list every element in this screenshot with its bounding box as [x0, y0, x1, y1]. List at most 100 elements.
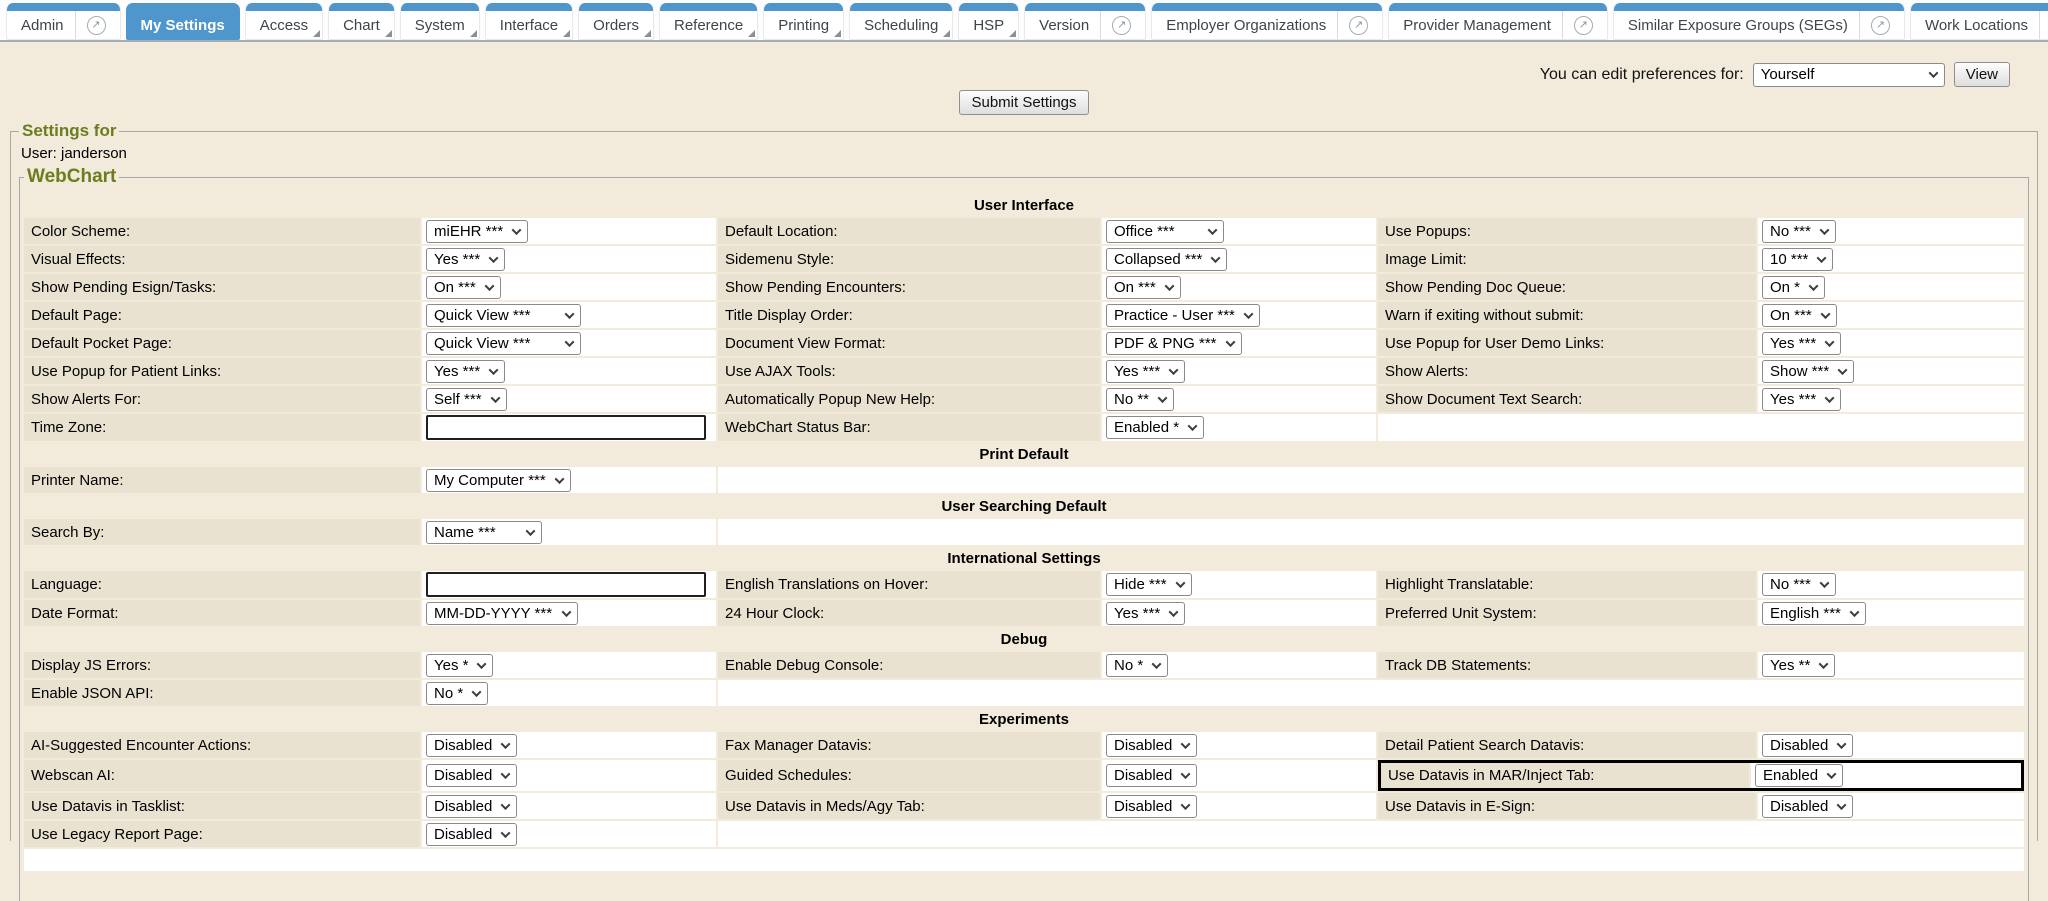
default-pocket-page-select[interactable]: Quick View ***: [426, 332, 581, 355]
fax-manager-datavis-value-cell: Disabled: [1102, 732, 1376, 758]
use-datavis-in-tasklist-select[interactable]: Disabled: [426, 795, 517, 818]
fax-manager-datavis-select[interactable]: Disabled: [1106, 734, 1197, 757]
tab-access[interactable]: Access: [245, 3, 323, 40]
use-datavis-in-e-sign-label: Use Datavis in E-Sign:: [1378, 793, 1756, 819]
tab-body: Access: [246, 11, 322, 39]
show-document-text-search-select[interactable]: Yes ***: [1762, 388, 1841, 411]
tab-scheduling[interactable]: Scheduling: [849, 3, 953, 40]
tab-printing[interactable]: Printing: [763, 3, 844, 40]
show-pending-doc-queue-label: Show Pending Doc Queue:: [1378, 274, 1756, 300]
section-header-debug: Debug: [24, 628, 2024, 650]
select-value: Disabled: [1770, 798, 1828, 815]
tab-body: Scheduling: [850, 11, 952, 39]
show-alerts-for-select[interactable]: Self ***: [426, 388, 507, 411]
date-format-select[interactable]: MM-DD-YYYY ***: [426, 602, 578, 625]
image-limit-value-cell: 10 ***: [1758, 246, 2024, 272]
default-location-select[interactable]: Office ***: [1106, 220, 1224, 243]
show-pending-doc-queue-select[interactable]: On *: [1762, 276, 1825, 299]
section-header-user-searching-default: User Searching Default: [24, 495, 2024, 517]
submit-settings-button[interactable]: Submit Settings: [959, 90, 1088, 115]
tab-work-locations[interactable]: Work Locations↗: [1910, 3, 2048, 40]
tab-admin[interactable]: Admin↗: [6, 3, 121, 40]
printer-name-select[interactable]: My Computer ***: [426, 469, 571, 492]
enable-debug-console-label: Enable Debug Console:: [718, 652, 1100, 678]
webscan-ai-select[interactable]: Disabled: [426, 764, 517, 787]
tab-chart[interactable]: Chart: [328, 3, 395, 40]
use-datavis-in-meds-agy-tab-select[interactable]: Disabled: [1106, 795, 1197, 818]
use-legacy-report-page-select[interactable]: Disabled: [426, 823, 517, 846]
guided-schedules-select[interactable]: Disabled: [1106, 764, 1197, 787]
tab-icon-area[interactable]: ↗: [75, 11, 106, 39]
sidemenu-style-select[interactable]: Collapsed ***: [1106, 248, 1227, 271]
show-pending-encounters-select[interactable]: On ***: [1106, 276, 1181, 299]
tab-hsp[interactable]: HSP: [958, 3, 1019, 40]
use-datavis-in-mar-inject-tab-select[interactable]: Enabled: [1755, 764, 1843, 787]
tab-similar-exposure-groups-segs[interactable]: Similar Exposure Groups (SEGs)↗: [1613, 3, 1905, 40]
display-js-errors-select[interactable]: Yes *: [426, 654, 493, 677]
show-alerts-select[interactable]: Show ***: [1762, 360, 1854, 383]
use-datavis-in-e-sign-select[interactable]: Disabled: [1762, 795, 1853, 818]
enable-debug-console-select[interactable]: No *: [1106, 654, 1168, 677]
visual-effects-select[interactable]: Yes ***: [426, 248, 505, 271]
english-translations-on-hover-label: English Translations on Hover:: [718, 571, 1100, 598]
highlight-translatable-select[interactable]: No ***: [1762, 573, 1836, 596]
tab-icon-area[interactable]: ↗: [1859, 11, 1890, 39]
default-page-label: Default Page:: [24, 302, 420, 328]
language-input[interactable]: [426, 572, 706, 597]
tab-employer-organizations[interactable]: Employer Organizations↗: [1151, 3, 1383, 40]
ai-suggested-encounter-actions-select[interactable]: Disabled: [426, 734, 517, 757]
document-view-format-select[interactable]: PDF & PNG ***: [1106, 332, 1242, 355]
tab-icon-area[interactable]: ↗: [2039, 11, 2048, 39]
default-page-select[interactable]: Quick View ***: [426, 304, 581, 327]
tab-my-settings[interactable]: My Settings: [126, 3, 240, 40]
detail-patient-search-datavis-select[interactable]: Disabled: [1762, 734, 1853, 757]
use-popup-for-user-demo-links-select[interactable]: Yes ***: [1762, 332, 1841, 355]
warn-if-exiting-without-submit-select[interactable]: On ***: [1762, 304, 1837, 327]
show-pending-encounters-label: Show Pending Encounters:: [718, 274, 1100, 300]
tab-system[interactable]: System: [400, 3, 480, 40]
use-ajax-tools-select[interactable]: Yes ***: [1106, 360, 1185, 383]
view-button[interactable]: View: [1954, 62, 2010, 87]
tab-icon-area[interactable]: ↗: [1562, 11, 1593, 39]
preferred-unit-system-select[interactable]: English ***: [1762, 602, 1866, 625]
dropdown-corner-icon: [563, 30, 570, 37]
tab-reference[interactable]: Reference: [659, 3, 758, 40]
title-display-order-select[interactable]: Practice - User ***: [1106, 304, 1260, 327]
track-db-statements-select[interactable]: Yes **: [1762, 654, 1835, 677]
chevron-down-icon: [1211, 253, 1221, 263]
enable-debug-console-value-cell: No *: [1102, 652, 1376, 678]
select-value: Enabled: [1763, 767, 1818, 784]
show-pending-encounters-value-cell: On ***: [1102, 274, 1376, 300]
tab-version[interactable]: Version↗: [1024, 3, 1146, 40]
tab-interface[interactable]: Interface: [485, 3, 573, 40]
guided-schedules-label: Guided Schedules:: [718, 760, 1100, 791]
preferred-unit-system-value-cell: English ***: [1758, 600, 2024, 626]
chevron-down-icon: [1837, 800, 1847, 810]
webchart-status-bar-select[interactable]: Enabled *: [1106, 416, 1204, 439]
image-limit-select[interactable]: 10 ***: [1762, 248, 1833, 271]
preferences-select[interactable]: Yourself: [1753, 63, 1945, 87]
select-value: On ***: [1770, 307, 1812, 324]
use-popups-select[interactable]: No ***: [1762, 220, 1836, 243]
english-translations-on-hover-select[interactable]: Hide ***: [1106, 573, 1192, 596]
chevron-down-icon: [1181, 739, 1191, 749]
select-value: No ***: [1770, 576, 1811, 593]
enable-json-api-select[interactable]: No *: [426, 682, 488, 705]
24-hour-clock-select[interactable]: Yes ***: [1106, 602, 1185, 625]
show-pending-esign-tasks-select[interactable]: On ***: [426, 276, 501, 299]
time-zone-input[interactable]: [426, 415, 706, 440]
use-popup-for-patient-links-select[interactable]: Yes ***: [426, 360, 505, 383]
settings-table: User InterfaceColor Scheme:miEHR ***Defa…: [24, 194, 2024, 871]
tab-accent-bar: [401, 3, 479, 11]
search-by-select[interactable]: Name ***: [426, 521, 542, 544]
tab-provider-management[interactable]: Provider Management↗: [1388, 3, 1608, 40]
tab-orders[interactable]: Orders: [578, 3, 654, 40]
color-scheme-select[interactable]: miEHR ***: [426, 220, 528, 243]
select-value: Enabled *: [1114, 419, 1179, 436]
tab-icon-area[interactable]: ↗: [1100, 11, 1131, 39]
tab-icon-area[interactable]: ↗: [1337, 11, 1368, 39]
enable-json-api-value-cell: No *: [422, 680, 716, 706]
document-view-format-value-cell: PDF & PNG ***: [1102, 330, 1376, 356]
chevron-down-icon: [1225, 337, 1235, 347]
automatically-popup-new-help-select[interactable]: No **: [1106, 388, 1174, 411]
